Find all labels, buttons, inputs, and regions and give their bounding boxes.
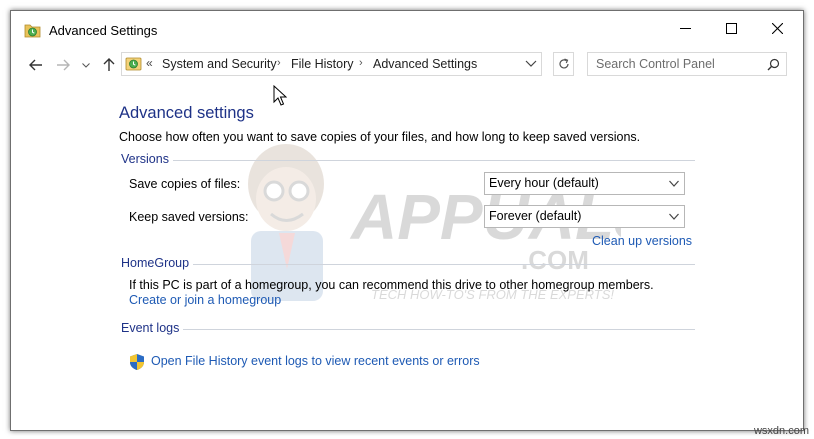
event-logs-group-header: Event logs (121, 321, 695, 337)
open-event-logs-link[interactable]: Open File History event logs to view rec… (151, 354, 480, 368)
versions-group-header: Versions (121, 152, 695, 168)
breadcrumb-separator-icon[interactable]: › (359, 57, 363, 69)
save-copies-label: Save copies of files: (129, 177, 241, 191)
breadcrumb-separator-icon[interactable]: › (277, 57, 281, 69)
title-bar: Advanced Settings (11, 11, 803, 49)
page-description: Choose how often you want to save copies… (119, 130, 641, 144)
refresh-icon (558, 58, 569, 69)
clean-up-versions-link[interactable]: Clean up versions (592, 234, 692, 248)
group-divider (121, 264, 695, 265)
control-panel-icon (125, 57, 142, 71)
maximize-icon (725, 22, 737, 34)
window-title: Advanced Settings (49, 23, 158, 38)
address-overflow-chevron[interactable]: « (146, 56, 153, 70)
create-join-homegroup-link[interactable]: Create or join a homegroup (129, 293, 281, 307)
arrow-right-icon (57, 59, 70, 71)
keep-versions-value: Forever (default) (489, 209, 582, 223)
mouse-cursor-icon (273, 85, 287, 106)
homegroup-group-header: HomeGroup (121, 256, 695, 272)
uac-shield-icon (130, 354, 144, 370)
breadcrumb-file-history[interactable]: File History (291, 57, 354, 71)
breadcrumb-system-and-security[interactable]: System and Security (162, 57, 277, 71)
event-logs-heading: Event logs (121, 321, 184, 335)
keep-versions-select[interactable]: Forever (default) (484, 205, 685, 228)
up-button[interactable] (98, 54, 120, 76)
keep-versions-label: Keep saved versions: (129, 210, 249, 224)
group-divider (121, 160, 695, 161)
homegroup-text: If this PC is part of a homegroup, you c… (129, 278, 654, 292)
breadcrumb-advanced-settings[interactable]: Advanced Settings (373, 57, 477, 71)
homegroup-heading: HomeGroup (121, 256, 194, 270)
advanced-settings-window: Advanced Settings « System and Security … (10, 10, 804, 431)
chevron-down-icon (669, 180, 679, 187)
minimize-button[interactable] (662, 11, 708, 45)
group-divider (121, 329, 695, 330)
arrow-left-icon (29, 59, 42, 71)
forward-button[interactable] (52, 54, 74, 76)
versions-heading: Versions (121, 152, 173, 166)
minimize-icon (679, 27, 691, 29)
page-title: Advanced settings (119, 104, 254, 122)
address-bar[interactable]: « System and Security › File History › A… (121, 52, 542, 76)
close-icon (771, 22, 783, 34)
search-input[interactable]: Search Control Panel (587, 52, 787, 76)
chevron-down-icon (82, 62, 90, 68)
arrow-up-icon (103, 58, 115, 71)
recent-locations-button[interactable] (79, 54, 93, 76)
refresh-button[interactable] (553, 52, 574, 76)
save-copies-select[interactable]: Every hour (default) (484, 172, 685, 195)
file-history-icon (24, 24, 41, 38)
search-icon[interactable] (767, 58, 780, 71)
chevron-down-icon (669, 213, 679, 220)
chevron-down-icon[interactable] (525, 59, 537, 69)
close-button[interactable] (754, 11, 800, 45)
back-button[interactable] (25, 54, 47, 76)
maximize-button[interactable] (708, 11, 754, 45)
save-copies-value: Every hour (default) (489, 176, 599, 190)
site-watermark-text: wsxdn.com (753, 425, 809, 437)
search-placeholder: Search Control Panel (596, 57, 715, 71)
